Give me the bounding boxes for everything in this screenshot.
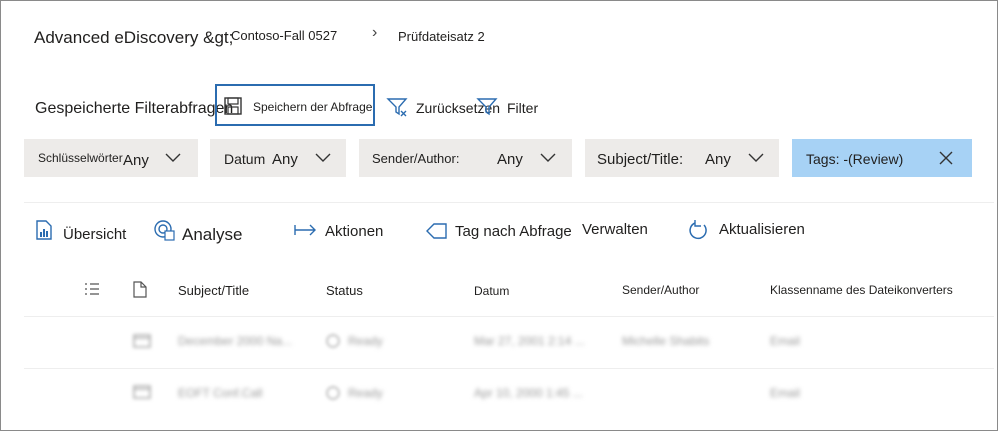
filter-sender[interactable]: Sender/Author: Any <box>359 139 572 177</box>
email-icon <box>133 333 151 354</box>
filter-button[interactable]: Filter <box>507 100 538 116</box>
breadcrumb-separator: › <box>372 24 378 41</box>
chevron-down-icon <box>539 151 557 169</box>
filter-date-label: Datum <box>224 151 266 167</box>
filter-subject[interactable]: Subject/Title: Any <box>585 139 779 177</box>
tag-icon <box>425 222 449 245</box>
analysis-button[interactable]: Analyse <box>182 225 242 245</box>
row-subject[interactable]: December 2000 Na... <box>178 334 292 348</box>
column-subject[interactable]: Subject/Title <box>178 283 249 298</box>
row-status: Ready <box>348 386 383 400</box>
filter-tags-label: Tags: -(Review) <box>806 151 904 167</box>
row-status: Ready <box>348 334 383 348</box>
row-subject[interactable]: EOFT Conf.Call <box>178 386 262 400</box>
filter-sender-value: Any <box>497 151 523 168</box>
filter-date[interactable]: Datum Any <box>210 139 346 177</box>
filter-subject-label: Subject/Title: <box>597 151 684 168</box>
chevron-down-icon <box>164 151 182 169</box>
filter-keywords[interactable]: Schlüsselwörter Any <box>24 139 198 177</box>
close-icon[interactable] <box>938 150 954 171</box>
chevron-down-icon <box>314 151 332 169</box>
actions-button[interactable]: Aktionen <box>325 223 383 240</box>
arrow-right-icon <box>294 223 318 242</box>
row-date: Mar 27, 2001 2:14 ... <box>474 334 585 348</box>
row-date: Apr 10, 2000 1:45 ... <box>474 386 583 400</box>
tag-by-query-button[interactable]: Tag nach Abfrage <box>455 223 572 240</box>
overview-button[interactable]: Übersicht <box>63 226 126 243</box>
column-status[interactable]: Status <box>326 283 363 298</box>
row-class: Email <box>770 334 801 348</box>
saved-queries-dropdown[interactable]: Gespeicherte Filterabfragen <box>35 100 233 118</box>
divider <box>24 202 994 203</box>
column-sender[interactable]: Sender/Author <box>622 283 699 297</box>
filter-sender-label: Sender/Author: <box>372 151 460 166</box>
filter-tags[interactable]: Tags: -(Review) <box>792 139 972 177</box>
filter-icon <box>476 96 498 123</box>
filter-keywords-value: Any <box>123 152 149 169</box>
list-options-icon[interactable] <box>84 282 100 301</box>
file-type-icon <box>133 281 147 303</box>
window-frame <box>0 0 998 431</box>
report-icon <box>36 220 52 245</box>
refresh-icon <box>687 220 709 247</box>
column-date[interactable]: Datum <box>474 284 509 298</box>
save-icon <box>223 96 243 121</box>
breadcrumb-root[interactable]: Advanced eDiscovery &gt; <box>34 28 233 48</box>
filter-keywords-label: Schlüsselwörter <box>38 151 123 165</box>
divider <box>24 316 994 317</box>
status-circle-icon <box>326 386 340 405</box>
column-class[interactable]: Klassenname des Dateikonverters <box>770 283 953 297</box>
filter-date-value: Any <box>272 151 298 168</box>
email-icon <box>133 384 151 405</box>
chevron-down-icon <box>747 151 765 169</box>
breadcrumb-case[interactable]: Contoso-Fall 0527 <box>231 28 337 43</box>
filter-reset-icon <box>386 96 410 123</box>
analytics-icon <box>153 219 175 246</box>
row-sender: Michelle Shabits <box>622 334 710 348</box>
save-query-label: Speichern der Abfrage <box>253 100 373 114</box>
row-class: Email <box>770 386 801 400</box>
breadcrumb-current: Prüfdateisatz 2 <box>398 29 485 44</box>
manage-button[interactable]: Verwalten <box>582 221 648 238</box>
divider <box>24 368 994 369</box>
status-circle-icon <box>326 334 340 353</box>
filter-subject-value: Any <box>705 151 731 168</box>
refresh-button[interactable]: Aktualisieren <box>719 221 805 238</box>
